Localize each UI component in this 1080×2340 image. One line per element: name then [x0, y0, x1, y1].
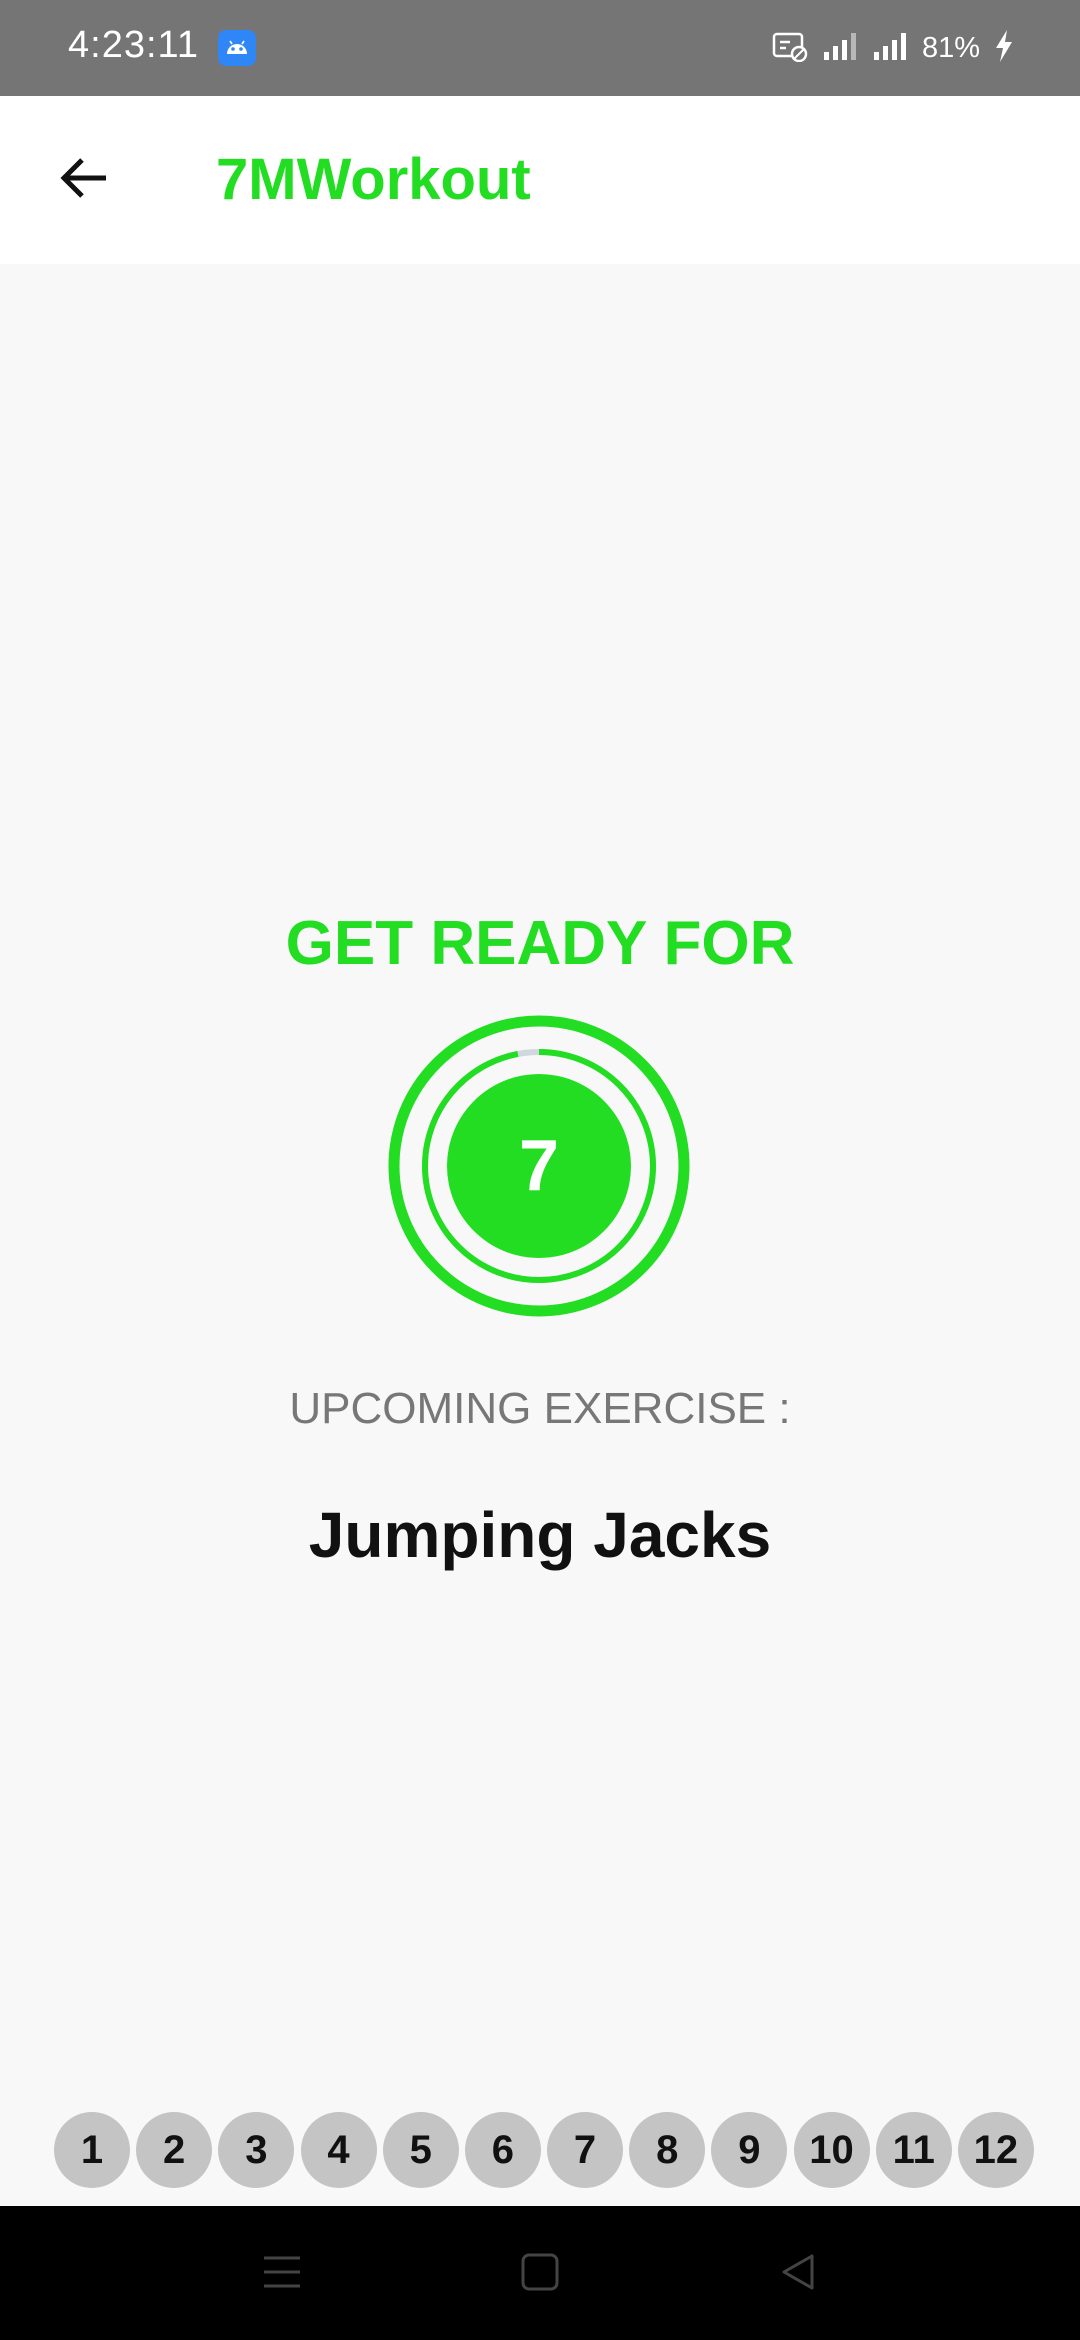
home-icon	[520, 2252, 560, 2297]
exercise-indicator: 7	[547, 2112, 624, 2188]
status-bar: 4:23:11 81%	[0, 0, 1080, 96]
timer-value: 7	[518, 1126, 560, 1206]
countdown-timer: 7	[388, 1015, 690, 1317]
exercise-indicator: 10	[793, 2112, 870, 2188]
back-button[interactable]	[40, 136, 128, 224]
exercise-indicator: 4	[300, 2112, 377, 2188]
android-icon	[218, 30, 256, 66]
home-button[interactable]	[508, 2242, 572, 2306]
get-ready-heading: GET READY FOR	[285, 909, 795, 978]
exercise-indicators: 1 2 3 4 5 6 7 8 9 10 11 12	[54, 2112, 1034, 2192]
exercise-indicator: 9	[711, 2112, 788, 2188]
system-back-button[interactable]	[766, 2242, 830, 2306]
charging-icon	[994, 29, 1014, 68]
status-icons: 81%	[772, 28, 1014, 68]
exercise-name: Jumping Jacks	[308, 1499, 772, 1571]
exercise-indicator: 8	[629, 2112, 706, 2188]
recent-apps-button[interactable]	[250, 2242, 314, 2306]
navigation-bar	[0, 2206, 1080, 2340]
exercise-indicator: 12	[957, 2112, 1034, 2188]
signal-icon	[822, 30, 858, 67]
exercise-indicator: 3	[218, 2112, 295, 2188]
battery-percentage: 81%	[921, 31, 980, 64]
screen: 4:23:11 81% 7MWorkout GET READY FOR 7 UP…	[0, 0, 1080, 2340]
exercise-indicator: 2	[136, 2112, 213, 2188]
menu-icon	[260, 2252, 304, 2297]
exercise-indicator: 6	[464, 2112, 541, 2188]
upcoming-exercise-label: UPCOMING EXERCISE :	[289, 1384, 791, 1433]
exercise-indicator: 5	[382, 2112, 459, 2188]
back-triangle-icon	[778, 2252, 818, 2297]
page-title: 7MWorkout	[216, 147, 531, 212]
arrow-back-icon	[56, 150, 112, 211]
screenshot-icon	[772, 30, 808, 67]
app-bar: 7MWorkout	[0, 96, 1080, 264]
exercise-indicator: 1	[54, 2112, 130, 2188]
exercise-indicator: 11	[875, 2112, 952, 2188]
signal-icon	[872, 30, 908, 67]
status-time: 4:23:11	[68, 24, 199, 66]
